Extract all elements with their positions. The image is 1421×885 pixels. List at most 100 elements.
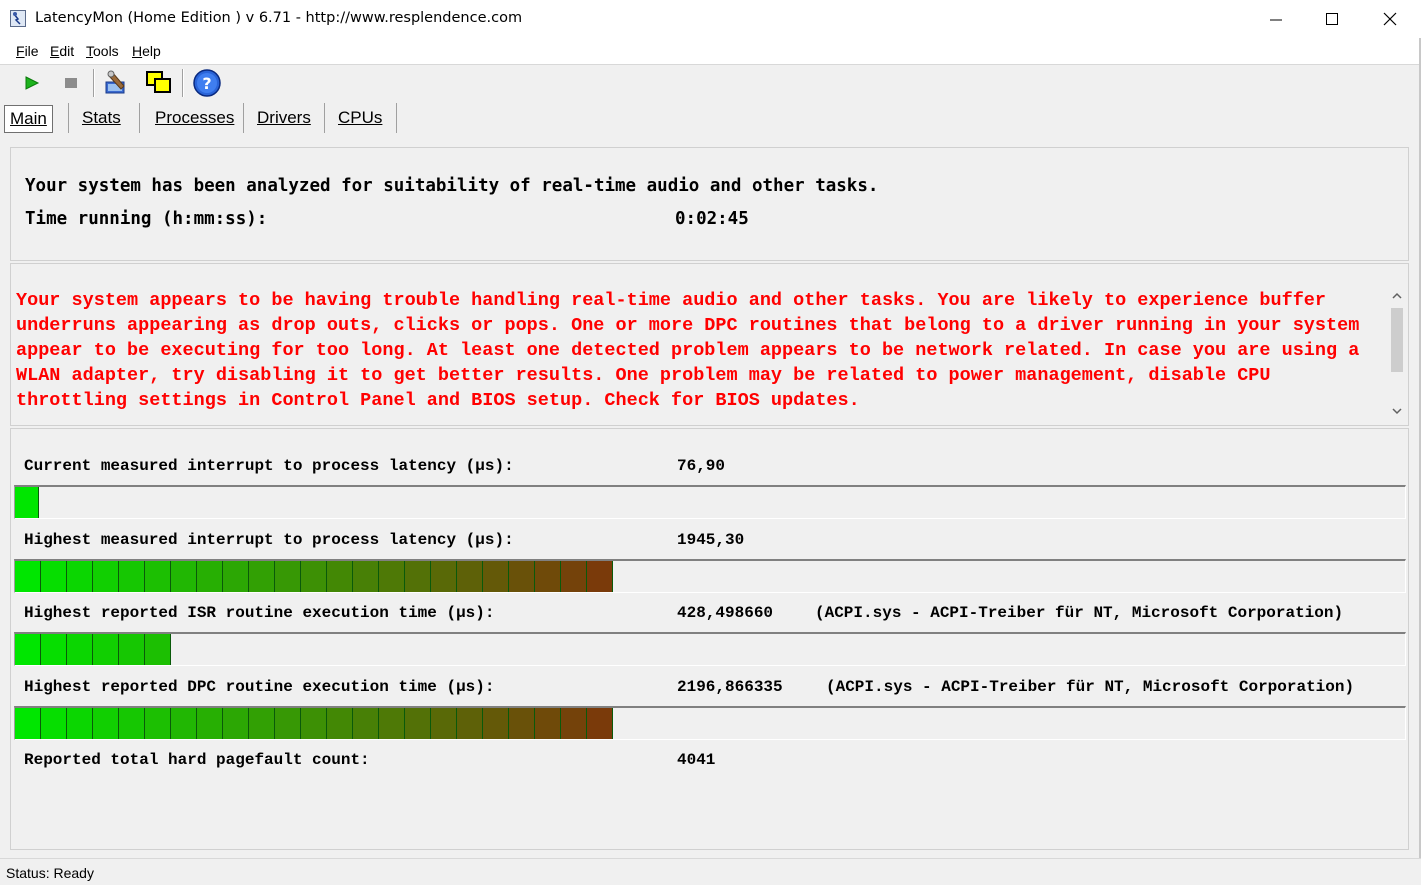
- bar-segment: [145, 561, 171, 592]
- bar-segment: [15, 487, 39, 518]
- bar-segment: [353, 561, 379, 592]
- bar-segment: [431, 561, 457, 592]
- isr-driver-info: (ACPI.sys - ACPI-Treiber für NT, Microso…: [815, 604, 1344, 622]
- highest-latency-bar-fill: [15, 561, 613, 592]
- bar-segment: [405, 708, 431, 739]
- bar-segment: [41, 634, 67, 665]
- toolbar: ?: [0, 65, 1421, 101]
- bar-segment: [145, 634, 171, 665]
- bar-segment: [379, 708, 405, 739]
- scroll-thumb[interactable]: [1391, 308, 1403, 372]
- isr-time-bar: [14, 632, 1406, 666]
- close-icon: [1383, 12, 1397, 26]
- bar-segment: [249, 561, 275, 592]
- tab-separator: [68, 103, 69, 133]
- warning-textbox[interactable]: Your system appears to be having trouble…: [10, 263, 1409, 426]
- status-text: Status: Ready: [6, 865, 94, 881]
- bar-segment: [171, 708, 197, 739]
- isr-time-label: Highest reported ISR routine execution t…: [24, 604, 495, 622]
- toolbar-separator: [93, 69, 95, 97]
- bar-segment: [509, 708, 535, 739]
- summary-line: Your system has been analyzed for suitab…: [25, 176, 879, 196]
- bar-segment: [275, 561, 301, 592]
- pagefault-label: Reported total hard pagefault count:: [24, 751, 370, 769]
- bar-segment: [119, 634, 145, 665]
- isr-time-value: 428,498660: [677, 604, 774, 622]
- bar-segment: [93, 561, 119, 592]
- bar-segment: [353, 708, 379, 739]
- current-latency-value: 76,90: [677, 457, 726, 475]
- tab-main[interactable]: Main: [4, 105, 53, 133]
- highest-latency-value: 1945,30: [677, 531, 745, 549]
- bar-segment: [327, 561, 353, 592]
- bar-segment: [93, 708, 119, 739]
- start-button[interactable]: [17, 68, 47, 98]
- tab-processes[interactable]: Processes: [155, 105, 234, 131]
- tab-separator: [396, 103, 397, 133]
- play-icon: [25, 76, 40, 90]
- current-latency-label: Current measured interrupt to process la…: [24, 457, 514, 475]
- bar-segment: [223, 708, 249, 739]
- bar-segment: [431, 708, 457, 739]
- bar-segment: [171, 561, 197, 592]
- maximize-icon: [1326, 13, 1338, 25]
- dpc-time-value: 2196,866335: [677, 678, 783, 696]
- bar-segment: [145, 708, 171, 739]
- menu-file[interactable]: File: [16, 43, 39, 59]
- bar-segment: [67, 634, 93, 665]
- tools-button[interactable]: [102, 68, 132, 98]
- scroll-down-icon[interactable]: [1391, 405, 1403, 417]
- dpc-time-bar: [14, 706, 1406, 740]
- close-button[interactable]: [1361, 0, 1419, 38]
- tab-drivers[interactable]: Drivers: [257, 105, 311, 131]
- help-icon: ?: [193, 69, 221, 97]
- bar-segment: [457, 561, 483, 592]
- maximize-button[interactable]: [1303, 0, 1361, 38]
- stop-button[interactable]: [56, 68, 86, 98]
- stop-icon: [65, 78, 77, 88]
- scroll-up-icon[interactable]: [1391, 290, 1403, 302]
- highest-latency-label: Highest measured interrupt to process la…: [24, 531, 514, 549]
- bar-segment: [587, 708, 613, 739]
- current-latency-bar-fill: [15, 487, 39, 518]
- toolbar-separator: [182, 69, 184, 97]
- minimize-button[interactable]: [1247, 0, 1305, 38]
- bar-segment: [379, 561, 405, 592]
- warning-scrollbar[interactable]: [1386, 286, 1408, 425]
- bar-segment: [67, 561, 93, 592]
- pagefault-value: 4041: [677, 751, 716, 769]
- bar-segment: [405, 561, 431, 592]
- time-running-value: 0:02:45: [675, 209, 749, 229]
- help-button[interactable]: ?: [192, 68, 222, 98]
- menu-help[interactable]: Help: [132, 43, 161, 59]
- bar-segment: [197, 708, 223, 739]
- status-bar: Status: Ready: [0, 858, 1421, 885]
- metrics-panel: Current measured interrupt to process la…: [10, 428, 1409, 850]
- app-icon: [10, 10, 26, 27]
- bar-segment: [587, 561, 613, 592]
- bar-segment: [15, 634, 41, 665]
- copy-button[interactable]: [144, 68, 174, 98]
- bar-segment: [93, 634, 119, 665]
- tab-separator: [324, 103, 325, 133]
- menu-tools[interactable]: Tools: [86, 43, 119, 59]
- dpc-time-bar-fill: [15, 708, 613, 739]
- bar-segment: [197, 561, 223, 592]
- bar-segment: [119, 561, 145, 592]
- menu-bar: File Edit Tools Help: [0, 38, 1421, 65]
- bar-segment: [457, 708, 483, 739]
- bar-segment: [483, 561, 509, 592]
- warning-message: Your system appears to be having trouble…: [16, 290, 1371, 411]
- menu-edit[interactable]: Edit: [50, 43, 74, 59]
- tab-stats[interactable]: Stats: [82, 105, 121, 131]
- bar-segment: [509, 561, 535, 592]
- wrench-icon: [105, 70, 125, 94]
- bar-segment: [41, 708, 67, 739]
- window-title: LatencyMon (Home Edition ) v 6.71 - http…: [35, 10, 523, 26]
- summary-panel: Your system has been analyzed for suitab…: [10, 147, 1409, 261]
- bar-segment: [483, 708, 509, 739]
- title-bar: LatencyMon (Home Edition ) v 6.71 - http…: [0, 0, 1421, 38]
- tab-cpus[interactable]: CPUs: [338, 105, 382, 131]
- tab-separator: [139, 103, 140, 133]
- bar-segment: [275, 708, 301, 739]
